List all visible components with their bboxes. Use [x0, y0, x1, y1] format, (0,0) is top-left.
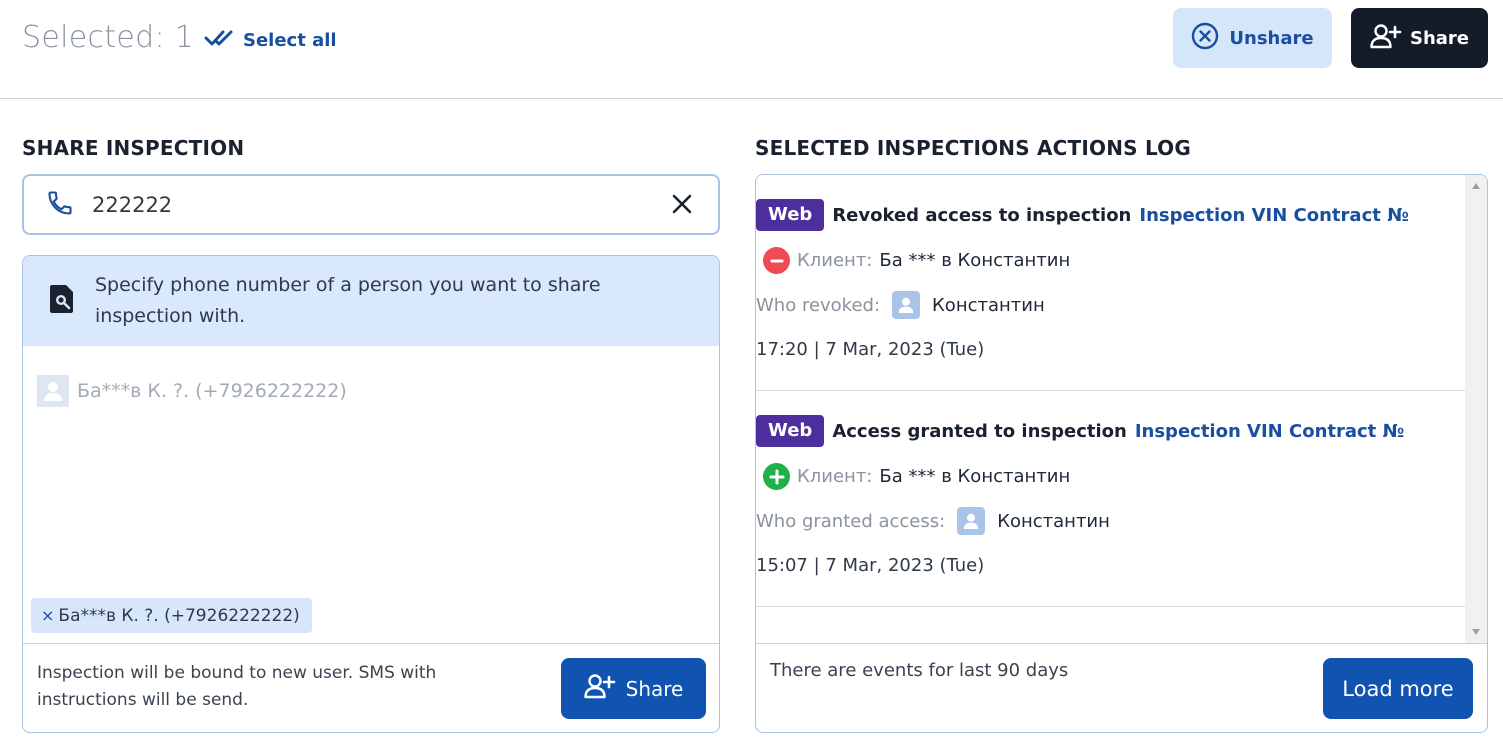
add-user-icon: [1370, 23, 1402, 54]
events-note: There are events for last 90 days: [770, 660, 1069, 681]
selected-count: Selected: 1: [22, 20, 195, 55]
log-list[interactable]: Web Revoked access to inspection Inspect…: [756, 175, 1465, 643]
search-document-icon: [49, 284, 75, 318]
footer-note: Inspection will be bound to new user. SM…: [37, 663, 437, 710]
load-more-button[interactable]: Load more: [1323, 658, 1473, 719]
who-label: Who revoked:: [756, 294, 881, 316]
client-row: Клиент: Ба *** в Константин: [763, 463, 1070, 490]
client-label: Клиент:: [797, 466, 873, 487]
inspection-link[interactable]: Inspection VIN Contract №: [1139, 205, 1408, 226]
log-entry: Web Access granted to inspection Inspect…: [756, 391, 1465, 607]
log-entry: Web Revoked access to inspection Inspect…: [756, 175, 1465, 391]
top-bar: Selected: 1 Select all Unshare Share: [0, 0, 1503, 99]
user-avatar-icon: [892, 291, 921, 319]
client-name: Ба *** в Константин: [879, 466, 1071, 487]
log-scrollbar[interactable]: [1465, 175, 1487, 643]
source-badge: Web: [756, 199, 825, 231]
source-badge: Web: [756, 415, 825, 447]
who-label: Who granted access:: [756, 510, 946, 532]
candidate-label: Ба***в К. ?. (+7926222222): [77, 380, 347, 402]
select-all-button[interactable]: Select all: [204, 28, 337, 53]
selected-recipient-chip[interactable]: × Ба***в К. ?. (+7926222222): [31, 598, 312, 633]
double-check-icon: [204, 28, 235, 53]
share-footer: Inspection will be bound to new user. SM…: [23, 643, 719, 732]
actions-log-title: SELECTED INSPECTIONS ACTIONS LOG: [755, 136, 1191, 160]
chip-remove-icon[interactable]: ×: [41, 606, 54, 625]
user-avatar-icon: [957, 507, 986, 535]
actions-log-panel: Web Revoked access to inspection Inspect…: [755, 174, 1488, 733]
hint-text: Specify phone number of a person you wan…: [95, 274, 601, 327]
share-submit-button[interactable]: Share: [561, 658, 706, 719]
candidate-suggestion[interactable]: Ба***в К. ?. (+7926222222): [37, 375, 347, 407]
entry-timestamp: 17:20 | 7 Mar, 2023 (Tue): [756, 339, 985, 360]
plus-circle-icon: [763, 463, 790, 490]
who-name: Константин: [932, 294, 1045, 316]
share-button-top[interactable]: Share: [1351, 8, 1488, 68]
unshare-label: Unshare: [1229, 27, 1314, 49]
inspection-link[interactable]: Inspection VIN Contract №: [1135, 421, 1404, 442]
close-circle-icon: [1191, 22, 1219, 55]
scroll-down-arrow-icon[interactable]: [1472, 629, 1480, 635]
share-label: Share: [1409, 27, 1469, 49]
scroll-up-arrow-icon[interactable]: [1472, 183, 1480, 189]
unshare-button[interactable]: Unshare: [1173, 8, 1332, 68]
chip-label: Ба***в К. ?. (+7926222222): [58, 605, 300, 626]
share-panel: Specify phone number of a person you wan…: [22, 255, 720, 733]
entry-header: Web Revoked access to inspection Inspect…: [756, 199, 1409, 231]
who-row: Who granted access: Константин: [756, 507, 1110, 535]
hint-banner: Specify phone number of a person you wan…: [23, 256, 719, 346]
log-footer: There are events for last 90 days Load m…: [756, 643, 1487, 732]
phone-icon: [46, 189, 74, 221]
client-name: Ба *** в Константин: [879, 250, 1071, 271]
minus-circle-icon: [763, 247, 790, 274]
phone-value: 222222: [92, 192, 173, 217]
client-label: Клиент:: [797, 250, 873, 271]
select-all-label: Select all: [243, 30, 337, 51]
entry-header: Web Access granted to inspection Inspect…: [756, 415, 1404, 447]
add-user-icon: [583, 673, 616, 704]
entry-action: Revoked access to inspection: [832, 204, 1132, 226]
share-submit-label: Share: [625, 676, 684, 701]
entry-action: Access granted to inspection: [832, 420, 1127, 442]
phone-input[interactable]: 222222: [22, 174, 720, 235]
share-inspection-title: SHARE INSPECTION: [22, 136, 245, 160]
close-icon[interactable]: [668, 190, 696, 222]
user-avatar-icon: [37, 375, 69, 407]
who-name: Константин: [997, 510, 1110, 532]
client-row: Клиент: Ба *** в Константин: [763, 247, 1070, 274]
entry-timestamp: 15:07 | 7 Mar, 2023 (Tue): [756, 555, 985, 576]
who-row: Who revoked: Константин: [756, 291, 1045, 319]
